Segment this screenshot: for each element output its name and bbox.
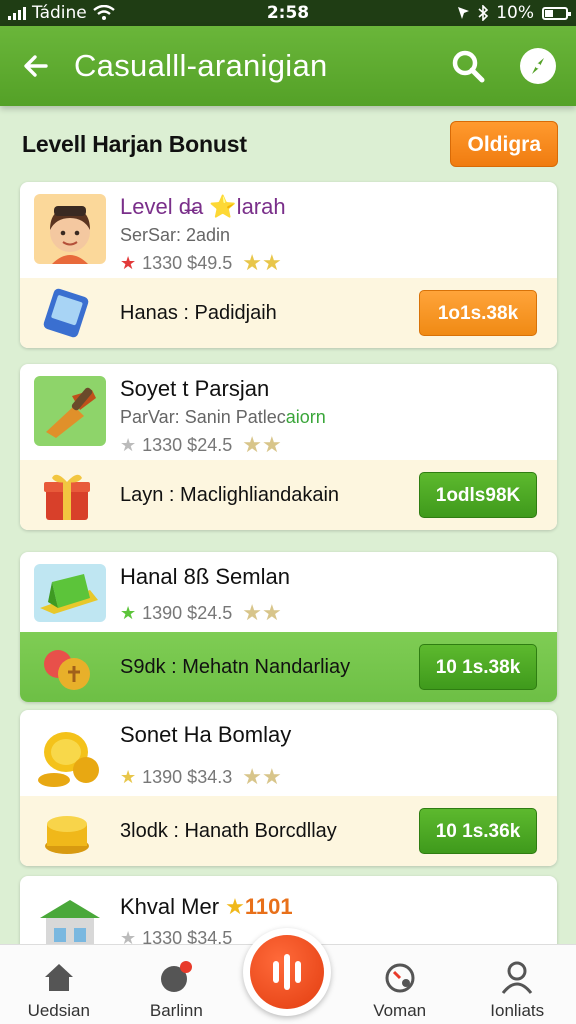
star-icon: ★ xyxy=(120,434,137,455)
nav-label: Ionliats xyxy=(490,1001,545,1020)
rating-stars-icon: ★★ xyxy=(242,600,282,625)
rating-stars-icon: ★★ xyxy=(242,250,282,275)
card-subtitle: SerSar: 2adin xyxy=(120,225,231,245)
card-subtitle: ParVar: Sanin Patlecaiorn xyxy=(120,407,326,428)
section-title: Levell Harjan Bonust xyxy=(22,130,247,157)
subtitle-text: ParVar: Sanin Patlec xyxy=(120,407,286,427)
signal-icon xyxy=(8,6,26,20)
card-stats: ★ 1390 $24.5 ★★ xyxy=(120,600,282,626)
reward-row: Layn : Maclighliandakain 1odls98K xyxy=(20,460,557,530)
location-icon xyxy=(458,7,470,19)
star-icon: ★ xyxy=(120,252,137,273)
nav-label: Barlinn xyxy=(149,1001,203,1020)
hammer-tool-icon xyxy=(34,376,106,446)
stats-text: 1390 $24.5 xyxy=(142,602,233,623)
wifi-icon xyxy=(93,5,115,20)
star-icon: ★ xyxy=(120,766,137,787)
subtitle-accent: aiorn xyxy=(285,407,326,427)
back-arrow-icon xyxy=(24,55,48,77)
reward-text: S9dk : Mehatn Nandarliay xyxy=(120,655,351,678)
card-title: Soyet t Parsjan xyxy=(120,376,270,401)
stats-text: 1330 $24.5 xyxy=(142,434,233,455)
rating-stars-icon: ★★ xyxy=(242,432,282,457)
stats-text: 1390 $34.3 xyxy=(142,766,233,787)
nav-item-home[interactable]: Uedsian xyxy=(0,945,118,1024)
card-stats: ★ 1390 $34.3 ★★ xyxy=(120,764,282,790)
explore-button[interactable] xyxy=(516,44,560,88)
card-title: Sonet Ha Bomlay xyxy=(120,722,292,747)
reward-row: S9dk : Mehatn Nandarliay 10 1s.38k xyxy=(20,632,557,702)
nav-label: Uedsian xyxy=(27,1001,90,1020)
battery-icon xyxy=(542,6,571,20)
reward-row: Hanas : Padidjaih 1o1s.38k xyxy=(20,278,557,348)
claim-button[interactable]: 10 1s.36k xyxy=(419,808,537,854)
title-text: Khval Mer xyxy=(120,894,220,919)
back-button[interactable] xyxy=(16,46,56,86)
search-button[interactable] xyxy=(446,44,490,88)
title-badge: 1101 xyxy=(244,894,293,919)
claim-button[interactable]: 10 1s.38k xyxy=(419,644,537,690)
center-action-button[interactable] xyxy=(243,928,331,1016)
nav-item-profile[interactable]: Ionliats xyxy=(458,945,576,1024)
tablet-icon xyxy=(43,288,89,338)
list-item[interactable]: Sonet Ha Bomlay ★ 1390 $34.3 ★★ 3lodk : … xyxy=(20,710,557,866)
section-action-button[interactable]: Oldigra xyxy=(450,121,558,167)
rating-stars-icon: ★★ xyxy=(242,764,282,789)
audio-bars-icon xyxy=(250,935,324,1009)
star-icon: ★ xyxy=(120,602,137,623)
app-title: Casualll-aranigian xyxy=(74,48,328,83)
list-item[interactable]: Soyet t Parsjan ParVar: Sanin Patlecaior… xyxy=(20,364,557,530)
profile-icon xyxy=(502,961,533,994)
reward-text: 3lodk : Hanath Borcdllay xyxy=(120,819,337,842)
claim-button[interactable]: 1odls98K xyxy=(419,472,537,518)
gold-coins-icon xyxy=(34,722,106,792)
list-item[interactable]: Level d̶a ⭐larah SerSar: 2adin ★ 1330 $4… xyxy=(20,182,557,348)
section-header: Levell Harjan Bonust Oldigra xyxy=(22,120,558,168)
compass-icon xyxy=(520,48,556,84)
stats-text: 1330 $49.5 xyxy=(142,252,233,273)
nav-label: Voman xyxy=(373,1001,427,1020)
star-icon: ★ xyxy=(225,894,245,919)
notification-icon xyxy=(161,961,193,992)
reward-text: Layn : Maclighliandakain xyxy=(120,483,340,506)
card-stats: ★ 1330 $49.5 ★★ xyxy=(120,250,282,276)
list-item[interactable]: Hanal 8ß Semlan ★ 1390 $24.5 ★★ S9dk : M… xyxy=(20,552,557,702)
fruit-bag-icon xyxy=(44,650,90,690)
reward-text: Hanas : Padidjaih xyxy=(120,301,277,324)
coin-stack-icon xyxy=(45,816,89,854)
timer-icon xyxy=(385,963,415,993)
green-box-icon xyxy=(34,564,106,622)
carrier-name: Tádine xyxy=(32,3,87,23)
bluetooth-icon xyxy=(478,5,489,21)
girl-avatar-icon xyxy=(34,194,106,264)
card-title: Level d̶a ⭐larah xyxy=(120,194,286,219)
nav-item-notifications[interactable]: Barlinn xyxy=(118,945,236,1024)
app-bar: Casualll-aranigian xyxy=(0,26,576,106)
reward-row: 3lodk : Hanath Borcdllay 10 1s.36k xyxy=(20,796,557,866)
gift-box-icon xyxy=(44,474,90,520)
battery-percent: 10% xyxy=(496,3,534,23)
home-icon xyxy=(44,964,73,991)
nav-item-timer[interactable]: Voman xyxy=(341,945,459,1024)
claim-button[interactable]: 1o1s.38k xyxy=(419,290,537,336)
card-title: Khval Mer ★1101 xyxy=(120,894,293,920)
search-icon xyxy=(452,50,485,83)
clock: 2:58 xyxy=(266,3,310,23)
card-stats: ★ 1330 $24.5 ★★ xyxy=(120,432,282,458)
card-title: Hanal 8ß Semlan xyxy=(120,564,290,589)
status-bar: Tádine 2:58 10% xyxy=(0,0,576,26)
